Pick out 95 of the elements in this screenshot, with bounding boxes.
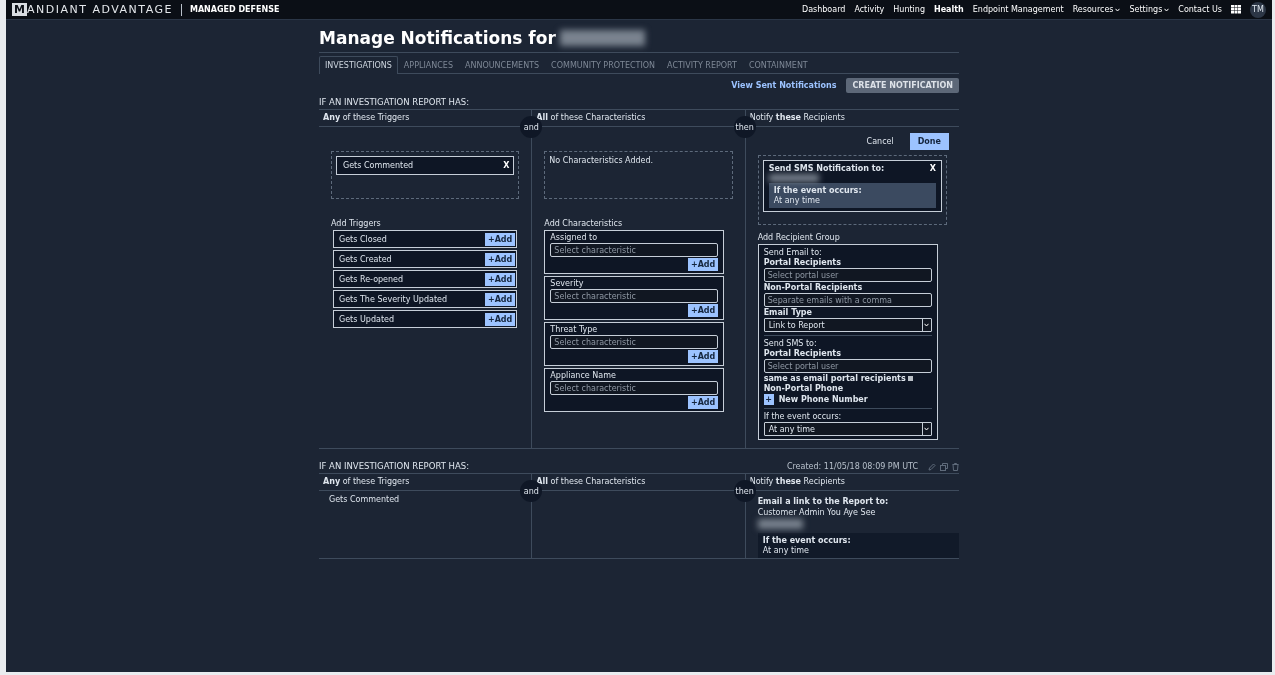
section-label: Add Recipient Group [757,233,841,242]
field-label: Non-Portal Phone [763,384,845,393]
section-label: Add Triggers [331,219,382,228]
add-button[interactable]: +Add [687,304,719,317]
chevron-down-icon [1164,7,1170,12]
remove-button[interactable]: X [503,161,510,170]
recipient-title: Send SMS Notification to: [768,164,885,173]
portal-user-field[interactable]: Select portal user [763,359,932,373]
empty-message: No Characteristics Added. [549,156,655,165]
add-button[interactable]: +Add [687,396,719,409]
redacted-text [768,174,819,182]
email-type-select[interactable]: Link to Report [763,318,932,332]
add-button[interactable]: +Add [484,252,516,266]
redacted-text [757,519,803,529]
copy-icon[interactable] [940,462,948,471]
tab[interactable]: ACTIVITY REPORT [661,56,743,74]
tab[interactable]: APPLIANCES [397,56,459,74]
column-heading: Notify these Recipients [749,113,845,122]
field-label: Email Type [763,308,813,317]
nav-link[interactable]: Resources [1072,5,1121,14]
group-title: Send SMS to: [763,339,818,348]
section-label: Add Characteristics [544,219,624,228]
user-avatar[interactable]: TM [1250,1,1266,18]
add-button[interactable]: +Add [687,350,719,363]
field-label: Severity [550,279,585,288]
tab[interactable]: ANNOUNCEMENTS [459,56,546,74]
chevron-down-icon [924,323,930,327]
nav-link[interactable]: Settings [1129,5,1170,14]
page-title: Manage Notifications for [319,28,556,48]
column-heading: Any of these Triggers [323,477,410,486]
nav-link[interactable]: Contact Us [1178,5,1222,14]
add-button[interactable]: +Add [484,272,516,286]
trigger-label: Gets Closed [339,234,387,244]
tab[interactable]: COMMUNITY PROTECTION [545,56,662,74]
trigger-label: Gets Commented [343,161,414,170]
add-phone-label: New Phone Number [778,395,868,404]
event-select[interactable]: At any time [763,422,932,436]
add-button[interactable]: +Add [484,292,516,306]
trash-icon[interactable] [952,462,959,471]
tab[interactable]: CONTAINMENT [742,56,814,74]
column-heading: All of these Characteristics [536,113,646,122]
recipient-name: Customer Admin You Aye See [757,508,877,517]
field-label: Portal Recipients [763,349,842,358]
field-label: If the event occurs: [763,412,843,421]
field-label: Assigned to [550,233,599,242]
section-heading: IF AN INVESTIGATION REPORT HAS: [319,97,470,107]
portal-user-field[interactable]: Select portal user [763,268,932,282]
field-label: Portal Recipients [763,258,842,267]
nav-link[interactable]: Dashboard [802,5,846,14]
characteristic-field[interactable]: Select characteristic [550,289,719,303]
tab[interactable]: INVESTIGATIONS [319,56,398,74]
logo-mark: M [12,3,27,16]
email-field[interactable]: Separate emails with a comma [763,293,932,307]
trigger-label: Gets Created [339,254,392,264]
condition-label: If the event occurs: [773,186,863,195]
characteristic-field[interactable]: Select characteristic [550,243,719,257]
column-heading: Notify these Recipients [749,477,845,486]
chevron-down-icon [1115,7,1121,12]
nav-link[interactable]: Endpoint Management [972,5,1064,14]
trigger-label: Gets The Severity Updated [339,294,448,304]
apps-grid-icon[interactable] [1231,5,1241,14]
checkbox[interactable] [907,376,913,381]
field-label: Appliance Name [550,371,617,380]
created-timestamp: Created: 11/05/18 08:09 PM UTC [786,462,918,471]
condition-value: At any time [762,546,810,555]
add-phone-button[interactable]: + [763,394,774,405]
field-label: Non-Portal Recipients [763,283,864,292]
trigger-label: Gets Re-opened [339,274,404,284]
condition-label: If the event occurs: [762,536,852,545]
column-heading: All of these Characteristics [536,477,646,486]
trigger-label: Gets Commented [329,495,401,504]
recipient-title: Email a link to the Report to: [757,497,890,506]
column-heading: Any of these Triggers [323,113,410,122]
add-button[interactable]: +Add [687,258,719,271]
add-button[interactable]: +Add [484,232,516,246]
checkbox-label: same as email portal recipients [763,374,906,383]
product-name: MANAGED DEFENSE [189,5,280,14]
section-heading: IF AN INVESTIGATION REPORT HAS: [319,461,470,471]
done-button[interactable]: Done [909,132,949,150]
group-title: Send Email to: [763,248,823,257]
trigger-label: Gets Updated [339,314,395,324]
nav-link[interactable]: Activity [854,5,885,14]
field-label: Threat Type [550,325,599,334]
characteristic-field[interactable]: Select characteristic [550,335,719,349]
edit-icon[interactable] [928,462,936,471]
add-button[interactable]: +Add [484,312,516,326]
view-sent-link[interactable]: View Sent Notifications [731,81,837,90]
brand-name: ANDIANT ADVANTAGE [26,3,173,16]
characteristic-field[interactable]: Select characteristic [550,381,719,395]
chevron-down-icon [924,427,930,431]
nav-link[interactable]: Hunting [893,5,925,14]
cancel-button[interactable]: Cancel [860,135,900,147]
condition-value: At any time [773,196,821,205]
remove-button[interactable]: X [929,164,936,173]
nav-link[interactable]: Health [934,5,964,14]
